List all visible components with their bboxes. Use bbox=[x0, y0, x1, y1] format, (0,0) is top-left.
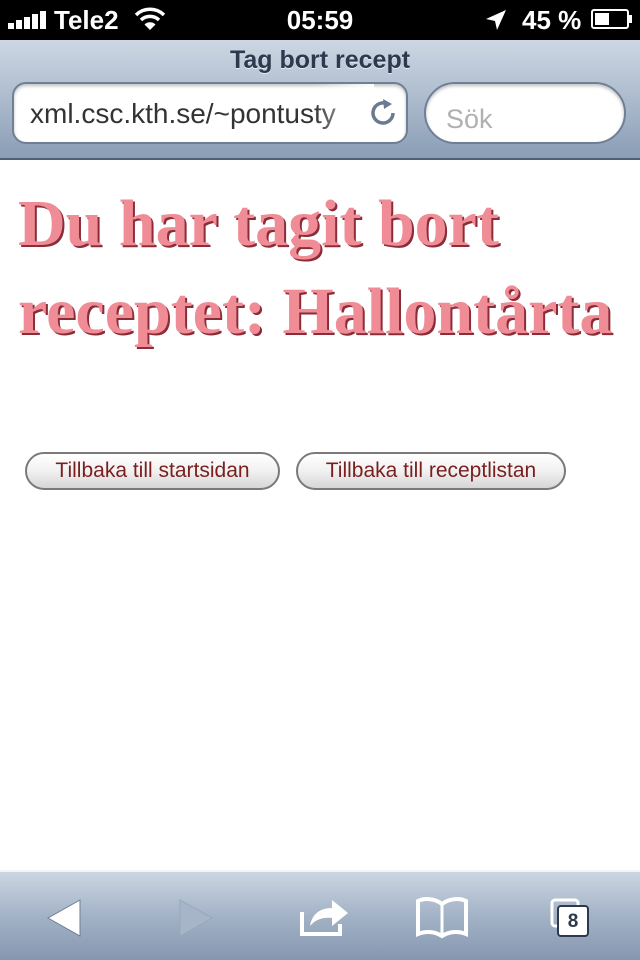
battery-percentage: 45 % bbox=[522, 5, 582, 35]
back-icon bbox=[46, 899, 81, 937]
search-input[interactable] bbox=[424, 82, 626, 144]
page-title: Tag bort recept bbox=[229, 46, 411, 74]
battery-icon bbox=[591, 9, 632, 29]
status-bar: Tele2 05:59 45 % bbox=[0, 0, 640, 40]
reload-icon[interactable] bbox=[368, 98, 398, 128]
location-arrow-icon bbox=[486, 10, 506, 30]
back-button[interactable] bbox=[36, 890, 96, 942]
bottom-toolbar: 8 bbox=[0, 870, 640, 960]
bookmarks-button[interactable] bbox=[412, 890, 472, 942]
back-to-recipe-list-button[interactable]: Tillbaka till receptlistan bbox=[296, 452, 566, 490]
tabs-button[interactable]: 8 bbox=[544, 890, 604, 942]
tab-count: 8 bbox=[567, 911, 579, 932]
page-heading: Du har tagit bort receptet: Hallontårta bbox=[18, 187, 613, 348]
bookmarks-icon bbox=[416, 897, 468, 939]
url-field[interactable]: xml.csc.kth.se/~pontusty bbox=[12, 82, 408, 144]
browser-header: Tag bort recept xml.csc.kth.se/~pontusty bbox=[0, 40, 640, 160]
url-text: xml.csc.kth.se/~pontusty bbox=[30, 98, 336, 129]
share-button[interactable] bbox=[294, 890, 354, 942]
page-content: Du har tagit bort receptet: Hallontårta … bbox=[0, 162, 640, 870]
forward-button[interactable] bbox=[164, 890, 224, 942]
forward-icon bbox=[179, 899, 214, 937]
url-fade bbox=[314, 84, 374, 142]
back-to-start-button[interactable]: Tillbaka till startsidan bbox=[25, 452, 280, 490]
share-icon bbox=[300, 900, 348, 936]
